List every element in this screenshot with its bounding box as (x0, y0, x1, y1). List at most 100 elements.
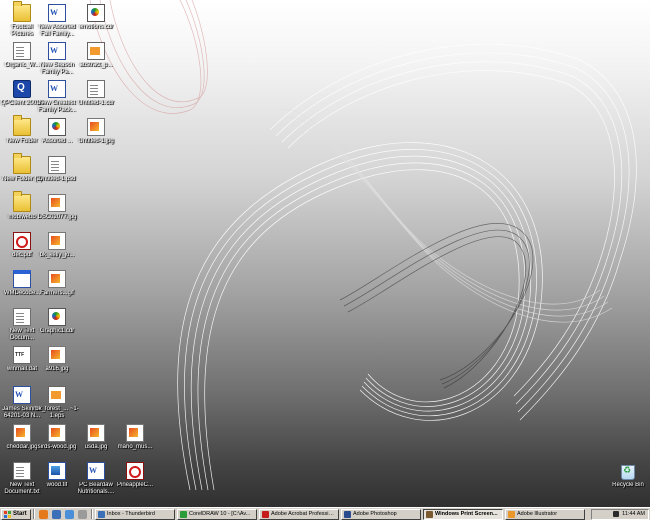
desktop-icon-label: Assorted ... (41, 138, 73, 144)
taskbar-button[interactable]: Adobe Illustrator (505, 508, 585, 520)
windows-logo-icon (4, 510, 11, 518)
image-file-icon (48, 424, 66, 442)
desktop-icon-pineapplec[interactable]: PineappleC... (113, 462, 157, 489)
application-icon (13, 80, 31, 98)
desktop-icon-label: DSC02077.jpg (37, 214, 77, 220)
desktop-icon-label: wood.tif (46, 482, 68, 488)
coreldraw-file-icon (87, 4, 105, 22)
firefox-quicklaunch-icon[interactable] (39, 509, 48, 519)
desktop-icon-usda-jpg[interactable]: usda.jpg (74, 424, 118, 451)
taskbar-button-label: CorelDRAW 10 - [C:\Av... (189, 511, 251, 517)
desktop-icon-label: New Greatest Family Pack... (38, 100, 76, 113)
document-icon (13, 462, 31, 480)
desktop-icon-bk-kelly-jo[interactable]: bk_kelly_jo... (35, 232, 79, 259)
desktop-icon-label: bk_kelly_jo... (39, 252, 75, 258)
desktop-icon-dsc02077-jpg[interactable]: DSC02077.jpg (35, 194, 79, 221)
app-icon (262, 510, 269, 518)
start-label: Start (13, 511, 27, 517)
document-icon (48, 156, 66, 174)
desktop-icon-label: Untitled-1.jpg (78, 138, 114, 144)
document-icon (13, 308, 31, 326)
desktop-icon-untitled-1-psd[interactable]: Untitled-1.psd (35, 156, 79, 183)
thunderbird-quicklaunch-icon[interactable] (52, 509, 61, 519)
taskbar-button-label: Inbox - Thunderbird (107, 511, 155, 517)
image-file-icon (48, 194, 66, 212)
desktop-icon-wood-tif[interactable]: wood.tif (35, 462, 79, 489)
desktop-icon-new-greatest-family-pack[interactable]: New Greatest Family Pack... (35, 80, 79, 114)
app-icon (508, 510, 515, 518)
desktop-icon-graphic1-cdr[interactable]: Graphic1.cdr (35, 308, 79, 335)
word-document-icon (48, 42, 66, 60)
pdf-icon (126, 462, 144, 480)
taskbar-button[interactable]: CorelDRAW 10 - [C:\Av... (177, 508, 257, 520)
image-file-icon (48, 232, 66, 250)
taskbar-button-label: Adobe Acrobat Professio... (271, 511, 336, 517)
image-file-icon (126, 424, 144, 442)
data-file-icon (13, 346, 31, 364)
task-buttons: Inbox - Thunderbird CorelDRAW 10 - [C:\Av… (95, 508, 587, 520)
taskbar-button[interactable]: Adobe Photoshop (341, 508, 421, 520)
desktop-icon-sirds-wood-jpg[interactable]: sirds-wood.jpg (35, 424, 79, 451)
internet-explorer-quicklaunch-icon[interactable] (65, 509, 74, 519)
folder-icon (13, 115, 31, 136)
desktop-icon-label: a916.jpg (45, 366, 69, 372)
desktop-icon-label: Untitled-1.psd (38, 176, 76, 182)
app-icon (180, 510, 187, 518)
folder-icon (13, 1, 31, 22)
folder-icon (13, 191, 31, 212)
desktop-icon-label: Graphic1.cdr (39, 328, 75, 334)
desktop-icon-bk-forest-1-1-eps[interactable]: bk_forest_... ~1-1.eps (35, 386, 79, 420)
image-file-icon (48, 270, 66, 288)
desktop-icon-label: usda.jpg (84, 444, 108, 450)
tray-icon[interactable] (613, 511, 620, 517)
taskbar-button-label: Adobe Illustrator (517, 511, 558, 517)
desktop-icon-mario-mus[interactable]: mario_mus... (113, 424, 157, 451)
desktop-icon-label: PC Beardaw Nutritionals.... (77, 482, 115, 495)
desktop-icon-new-season-family-pa[interactable]: New Season Family Pa... (35, 42, 79, 76)
window-icon (13, 270, 31, 288)
desktop-icon-label: New Assorted Fall Family... (38, 24, 76, 37)
taskbar: Start Inbox - Thunderbird CorelDRAW 10 - … (0, 507, 650, 520)
image-file-icon (87, 424, 105, 442)
clock: 11:44 AM (622, 511, 645, 517)
show-desktop-quicklaunch-icon[interactable] (78, 509, 87, 519)
desktop-icon-untitled-1-jpg[interactable]: Untitled-1.jpg (74, 118, 118, 145)
taskbar-button[interactable]: Inbox - Thunderbird (95, 508, 175, 520)
eps-file-icon (48, 386, 66, 404)
desktop-icon-label: bk_forest_... ~1-1.eps (35, 406, 79, 419)
desktop-icon-label: Untitled-1.cdr (78, 100, 114, 106)
image-file-icon (13, 424, 31, 442)
desktop-icon-label: Farmers...gif (40, 290, 74, 296)
desktop-icon-pc-beardaw-nutritionals[interactable]: PC Beardaw Nutritionals.... (74, 462, 118, 496)
image-file-icon (87, 118, 105, 136)
desktop-icon-farmers-gif[interactable]: Farmers...gif (35, 270, 79, 297)
desktop-icon-a916-jpg[interactable]: a916.jpg (35, 346, 79, 373)
app-icon (344, 510, 351, 518)
desktop-icon-assorted[interactable]: Assorted ... (35, 118, 79, 145)
desktop-icon-untitled-1-cdr[interactable]: Untitled-1.cdr (74, 80, 118, 107)
desktop-icon-label: Recycle Bin (612, 482, 644, 488)
start-button[interactable]: Start (1, 508, 31, 520)
taskbar-button[interactable]: Windows Print Screen... (423, 508, 503, 520)
desktop-icon-emotions-cdr[interactable]: emotions.cdr (74, 4, 118, 31)
word-document-icon (87, 462, 105, 480)
desktop-icon-recycle-bin[interactable]: Recycle Bin (606, 462, 650, 489)
document-icon (13, 42, 31, 60)
desktop-icon-abstract-p[interactable]: abstract_p... (74, 42, 118, 69)
taskbar-separator (91, 509, 93, 519)
coreldraw-file-icon (48, 118, 66, 136)
app-icon (426, 510, 433, 518)
eps-file-icon (87, 42, 105, 60)
system-tray: 11:44 AM (591, 508, 649, 520)
taskbar-button-label: Adobe Photoshop (353, 511, 397, 517)
taskbar-button[interactable]: Adobe Acrobat Professio... (259, 508, 339, 520)
taskbar-button-label: Windows Print Screen... (435, 511, 498, 517)
desktop-icon-new-assorted-fall-family[interactable]: New Assorted Fall Family... (35, 4, 79, 38)
app-icon (98, 510, 105, 518)
tif-file-icon (48, 462, 66, 480)
pdf-icon (13, 232, 31, 250)
coreldraw-file-icon (48, 308, 66, 326)
word-document-icon (13, 386, 31, 404)
desktop: Football PicturesNew Assorted Fall Famil… (0, 0, 650, 507)
word-document-icon (48, 4, 66, 22)
